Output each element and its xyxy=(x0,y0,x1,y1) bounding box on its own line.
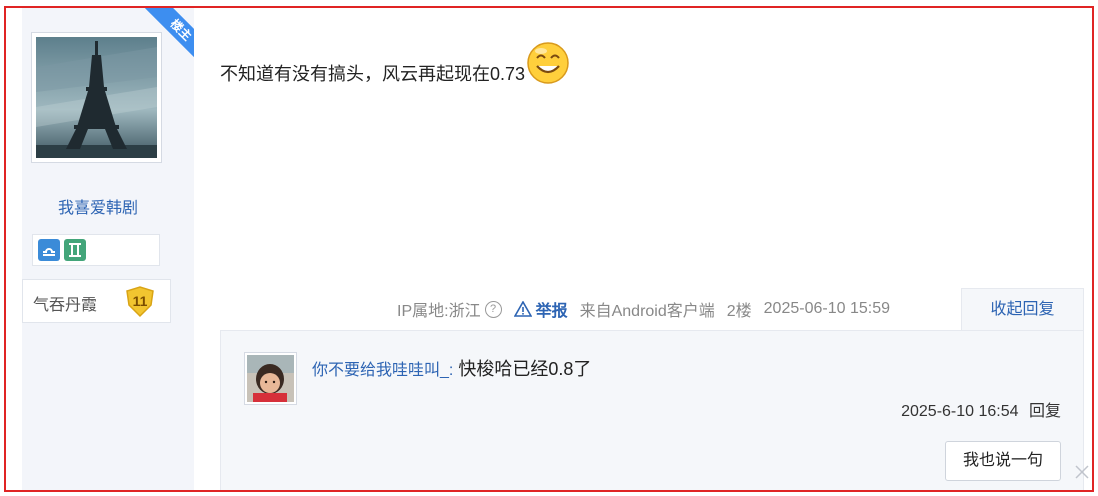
reply-avatar[interactable] xyxy=(244,352,297,405)
level-title: 气吞丹霞 xyxy=(33,295,98,314)
close-icon[interactable] xyxy=(1074,464,1090,480)
level-badge[interactable]: 气吞丹霞 11 xyxy=(22,279,171,323)
level-shield-icon: 11 xyxy=(126,286,154,318)
reply-username-link[interactable]: 你不要给我哇哇叫_ xyxy=(312,362,449,379)
reply-meta: 2025-6-10 16:54 回复 xyxy=(901,397,1061,421)
ribbon-container: 楼主 xyxy=(136,8,194,64)
post-content: 不知道有没有搞头，风云再起现在0.73 xyxy=(220,42,570,86)
report-label: 举报 xyxy=(535,303,568,320)
reply-button[interactable]: 回复 xyxy=(1029,403,1061,420)
libra-icon[interactable] xyxy=(38,239,60,261)
post-frame: 我喜爱韩剧 气吞丹霞 11 楼主 不知道有没有搞头，风云再起现在0.73 IP属… xyxy=(4,6,1094,492)
ip-location: IP属地:浙江 ? xyxy=(397,297,502,321)
post-text: 不知道有没有搞头，风云再起现在0.73 xyxy=(220,64,526,84)
collapse-replies-button[interactable]: 收起回复 xyxy=(961,288,1084,332)
op-ribbon: 楼主 xyxy=(143,8,194,64)
post-meta: IP属地:浙江 ? 举报 来自Android客户端 2楼 2025-06-10 … xyxy=(397,298,902,320)
reply-section: 你不要给我哇哇叫_: 快梭哈已经0.8了 2025-6-10 16:54 回复 … xyxy=(220,330,1084,490)
reply-line: 你不要给我哇哇叫_: 快梭哈已经0.8了 xyxy=(312,355,591,381)
author-name-link[interactable]: 我喜爱韩剧 xyxy=(22,194,174,218)
post-source: 来自Android客户端 xyxy=(580,297,715,321)
reply-timestamp: 2025-6-10 16:54 xyxy=(901,403,1019,420)
ip-location-text: IP属地:浙江 xyxy=(397,303,481,320)
add-comment-button[interactable]: 我也说一句 xyxy=(945,441,1061,481)
floor-number: 2楼 xyxy=(726,303,752,320)
post-source-text: 来自Android客户端 xyxy=(579,303,715,320)
smile-emoji-icon xyxy=(527,42,569,84)
level-number: 11 xyxy=(133,293,148,309)
reply-text: 快梭哈已经0.8了 xyxy=(453,359,592,379)
report-link[interactable]: 举报 xyxy=(513,297,568,321)
author-sidebar: 我喜爱韩剧 气吞丹霞 11 xyxy=(22,8,194,490)
warning-icon xyxy=(513,301,532,317)
gemini-icon[interactable] xyxy=(64,239,86,261)
badge-row xyxy=(32,234,160,266)
help-icon[interactable]: ? xyxy=(484,300,502,318)
post-timestamp: 2025-06-10 15:59 xyxy=(763,300,890,317)
child-photo-image xyxy=(247,355,294,402)
